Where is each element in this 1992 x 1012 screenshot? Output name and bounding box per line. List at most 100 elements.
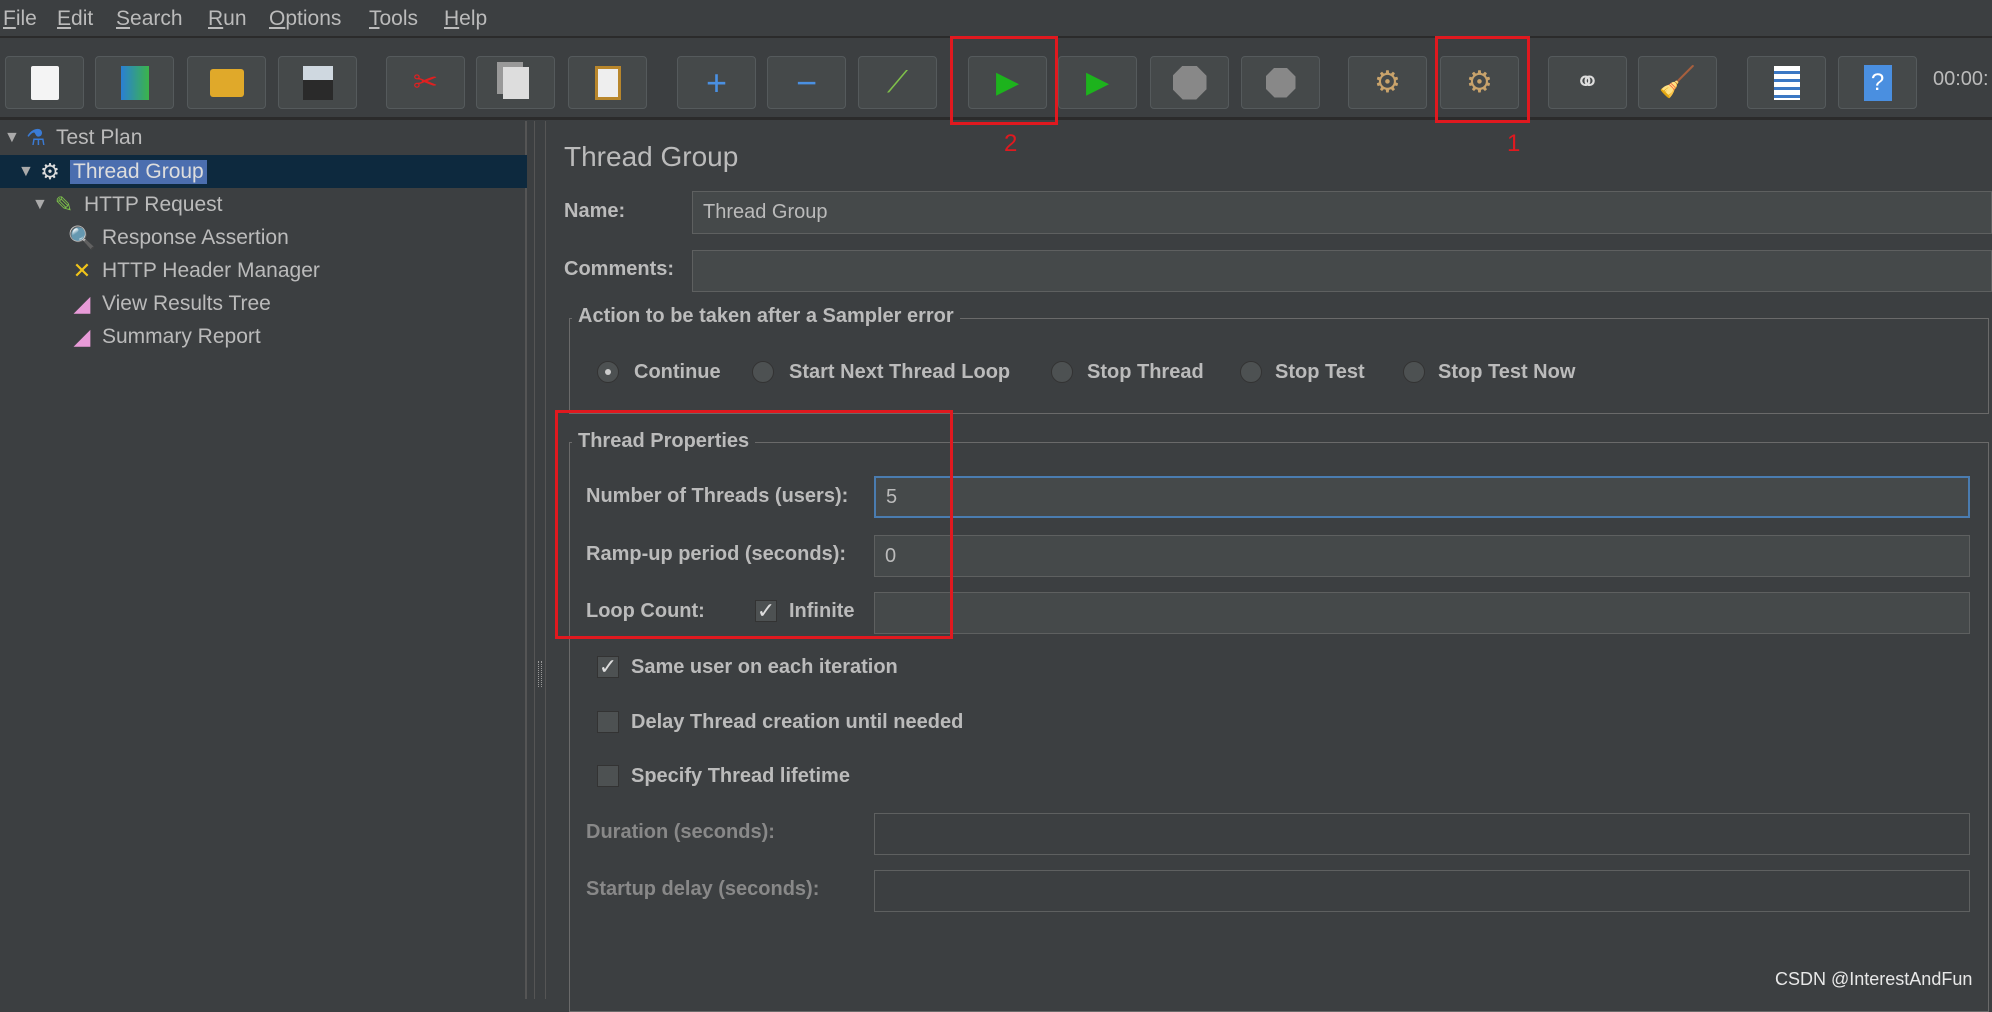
shutdown-icon: [1265, 67, 1296, 98]
clear-button[interactable]: ⚙: [1348, 56, 1427, 109]
list-icon: [1773, 65, 1800, 100]
radio-stop-test-now-label[interactable]: Stop Test Now: [1438, 361, 1575, 384]
thread-lifetime-label[interactable]: Specify Thread lifetime: [631, 765, 850, 788]
collapse-button[interactable]: −: [767, 56, 846, 109]
radio-continue-label[interactable]: Continue: [634, 361, 721, 384]
page-title: Thread Group: [564, 141, 739, 172]
menu-file[interactable]: File: [3, 7, 37, 31]
broom-icon: 🧹: [1658, 66, 1697, 99]
expand-triangle-icon[interactable]: ▼: [32, 196, 50, 214]
comments-input[interactable]: [692, 250, 1992, 292]
help-button[interactable]: ?: [1838, 56, 1917, 109]
expand-button[interactable]: +: [677, 56, 756, 109]
menu-search[interactable]: Search: [116, 7, 183, 31]
help-book-icon: ?: [1863, 64, 1892, 101]
comments-label: Comments:: [564, 258, 675, 280]
thread-lifetime-checkbox[interactable]: [597, 765, 619, 787]
graph-icon: ◢: [73, 290, 91, 316]
annotation-label-2: 2: [1004, 130, 1018, 157]
graph-icon: ◢: [73, 323, 91, 349]
test-plan-tree: ▼ ⚗ Test Plan ▼ ⚙ Thread Group ▼ ✎ HTTP Reques…: [0, 121, 527, 999]
menu-edit[interactable]: Edit: [57, 7, 93, 31]
threads-input[interactable]: 5: [874, 476, 1970, 518]
sampler-error-legend: Action to be taken after a Sampler error: [572, 305, 960, 328]
start-no-pauses-button[interactable]: ▶: [1058, 56, 1137, 109]
reset-search-button[interactable]: 🧹: [1638, 56, 1717, 109]
annotation-box-clear-all: [1435, 36, 1530, 123]
tree-item-http-header-manager[interactable]: ✕ HTTP Header Manager: [0, 254, 527, 287]
templates-button[interactable]: [95, 56, 174, 109]
paste-button[interactable]: [568, 56, 647, 109]
expand-triangle-icon[interactable]: ▼: [18, 163, 36, 181]
tree-item-view-results-tree[interactable]: ◢ View Results Tree: [0, 287, 527, 320]
scissors-icon: ✂: [412, 66, 439, 99]
radio-stop-test-label[interactable]: Stop Test: [1275, 361, 1365, 384]
play-no-timers-icon: ▶: [1085, 66, 1110, 99]
new-file-icon: [30, 65, 59, 100]
shutdown-button[interactable]: [1241, 56, 1320, 109]
save-button[interactable]: [278, 56, 357, 109]
tree-item-http-request[interactable]: ▼ ✎ HTTP Request: [0, 188, 527, 221]
annotation-label-1: 1: [1507, 130, 1521, 157]
tree-item-test-plan[interactable]: ▼ ⚗ Test Plan: [0, 121, 527, 154]
function-helper-button[interactable]: [1747, 56, 1826, 109]
pipette-icon: ✎: [54, 191, 74, 217]
radio-stop-test[interactable]: [1240, 361, 1262, 383]
menu-options[interactable]: Options: [269, 7, 341, 31]
radio-stop-test-now[interactable]: [1403, 361, 1425, 383]
radio-continue[interactable]: [597, 361, 619, 383]
toggle-icon: ⟋: [887, 65, 908, 99]
grip-icon: [538, 661, 542, 687]
delay-thread-checkbox[interactable]: [597, 711, 619, 733]
delay-thread-label[interactable]: Delay Thread creation until needed: [631, 711, 963, 734]
search-button[interactable]: ⚭: [1548, 56, 1627, 109]
clipboard-icon: [594, 65, 621, 100]
menu-tools[interactable]: Tools: [369, 7, 418, 31]
tree-item-summary-report[interactable]: ◢ Summary Report: [0, 320, 527, 353]
checkmark-icon: ✓: [598, 654, 618, 679]
binoculars-icon: ⚭: [1574, 66, 1601, 99]
stop-button[interactable]: [1150, 56, 1229, 109]
templates-icon: [120, 65, 149, 100]
annotation-box-thread-properties: [555, 410, 953, 639]
tools-icon: ✕: [72, 257, 92, 283]
same-user-checkbox[interactable]: ✓: [597, 656, 619, 678]
tree-item-thread-group[interactable]: ▼ ⚙ Thread Group: [0, 155, 527, 188]
copy-icon: [502, 66, 529, 99]
loop-count-input[interactable]: [874, 592, 1970, 634]
cut-button[interactable]: ✂: [386, 56, 465, 109]
startup-delay-label: Startup delay (seconds):: [586, 878, 820, 900]
duration-input[interactable]: [874, 813, 1970, 855]
radio-stop-thread[interactable]: [1051, 361, 1073, 383]
gear-broom-icon: ⚙: [1374, 66, 1401, 99]
folder-icon: [209, 68, 244, 97]
minus-icon: −: [795, 61, 818, 103]
radio-start-next-loop[interactable]: [752, 361, 774, 383]
duration-label: Duration (seconds):: [586, 821, 775, 843]
same-user-label[interactable]: Same user on each iteration: [631, 656, 898, 679]
expand-triangle-icon[interactable]: ▼: [4, 129, 22, 147]
name-input[interactable]: Thread Group: [692, 191, 1992, 234]
startup-delay-input[interactable]: [874, 870, 1970, 912]
watermark: CSDN @InterestAndFun: [1775, 969, 1973, 989]
menu-bar: File Edit Search Run Options Tools Help: [0, 0, 1992, 38]
new-button[interactable]: [5, 56, 84, 109]
radio-start-next-loop-label[interactable]: Start Next Thread Loop: [789, 361, 1010, 384]
rampup-input[interactable]: 0: [874, 535, 1970, 577]
open-button[interactable]: [187, 56, 266, 109]
elapsed-timer: 00:00:: [1933, 68, 1989, 90]
menu-run[interactable]: Run: [208, 7, 247, 31]
radio-stop-thread-label[interactable]: Stop Thread: [1087, 361, 1204, 384]
toggle-button[interactable]: ⟋: [858, 56, 937, 109]
flask-icon: ⚗: [26, 124, 46, 150]
name-label: Name:: [564, 200, 626, 222]
split-pane-divider[interactable]: [534, 121, 546, 999]
annotation-box-start: [950, 36, 1058, 125]
floppy-icon: [302, 65, 333, 100]
gear-icon: ⚙: [40, 158, 60, 184]
plus-icon: +: [705, 61, 728, 103]
magnifier-icon: 🔍: [68, 224, 96, 250]
tree-item-response-assertion[interactable]: 🔍 Response Assertion: [0, 221, 527, 254]
menu-help[interactable]: Help: [444, 7, 487, 31]
copy-button[interactable]: [476, 56, 555, 109]
